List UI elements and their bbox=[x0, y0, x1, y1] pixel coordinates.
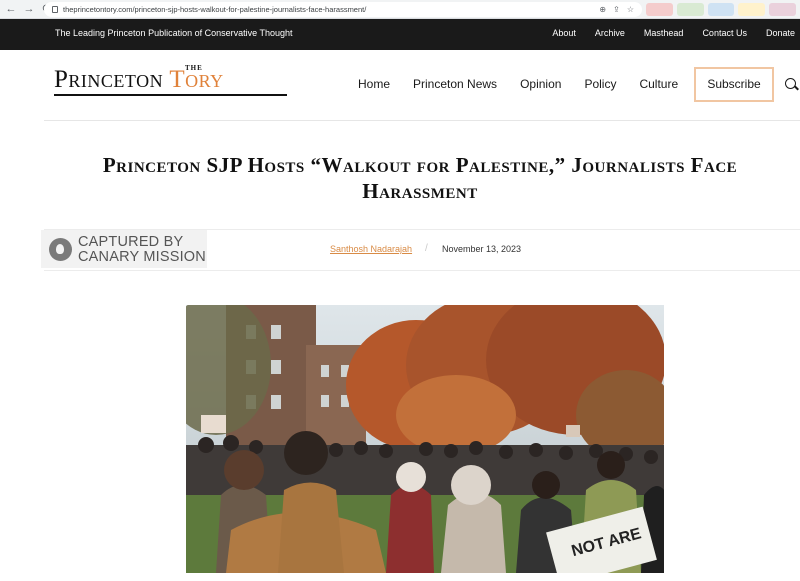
subscribe-button[interactable]: Subscribe bbox=[694, 67, 774, 102]
top-bar: The Leading Princeton Publication of Con… bbox=[0, 19, 800, 50]
article-photo: NOT ARE bbox=[186, 305, 664, 573]
browser-toolbar: ← → ⟳ theprincetontory.com/princeton-sjp… bbox=[0, 0, 800, 19]
article-title: Princeton SJP Hosts “Walkout for Palesti… bbox=[102, 153, 738, 203]
logo-wordmark: Princeton Tory bbox=[54, 66, 224, 94]
author-link[interactable]: Santhosh Nadarajah bbox=[330, 244, 412, 254]
top-link-masthead[interactable]: Masthead bbox=[644, 28, 684, 38]
logo-underline bbox=[54, 94, 287, 96]
nav-policy[interactable]: Policy bbox=[584, 77, 616, 91]
top-link-contact[interactable]: Contact Us bbox=[702, 28, 747, 38]
lock-icon bbox=[52, 6, 58, 13]
share-icon[interactable]: ⇪ bbox=[613, 2, 620, 17]
extension-icon[interactable] bbox=[646, 3, 673, 16]
site-logo[interactable]: THE Princeton Tory bbox=[54, 64, 289, 98]
meta-divider-bottom bbox=[44, 270, 800, 271]
protest-photo-illustration: NOT ARE bbox=[186, 305, 664, 573]
top-links: About Archive Masthead Contact Us Donate bbox=[533, 28, 795, 38]
nav-culture[interactable]: Culture bbox=[639, 77, 678, 91]
logo-tory: Tory bbox=[169, 66, 224, 93]
extension-icon[interactable] bbox=[676, 3, 704, 16]
zoom-icon[interactable]: ⊕ bbox=[599, 2, 606, 17]
extension-icon[interactable] bbox=[738, 3, 766, 16]
publish-date: November 13, 2023 bbox=[442, 244, 522, 254]
meta-separator: / bbox=[425, 243, 428, 254]
logo-princeton: Princeton bbox=[54, 66, 164, 93]
top-link-archive[interactable]: Archive bbox=[595, 28, 625, 38]
extension-icon[interactable] bbox=[707, 3, 735, 16]
top-link-donate[interactable]: Donate bbox=[766, 28, 795, 38]
nav-home[interactable]: Home bbox=[358, 77, 390, 91]
extension-icon[interactable] bbox=[769, 3, 796, 16]
nav-opinion[interactable]: Opinion bbox=[520, 77, 561, 91]
site-header: THE Princeton Tory Home Princeton News O… bbox=[0, 50, 800, 121]
canary-mission-watermark: CAPTURED BY CANARY MISSION bbox=[41, 230, 207, 268]
main-nav: Home Princeton News Opinion Policy Cultu… bbox=[358, 77, 701, 91]
nav-princeton-news[interactable]: Princeton News bbox=[413, 77, 497, 91]
watermark-line2: CANARY MISSION bbox=[78, 249, 206, 265]
watermark-line1: CAPTURED BY bbox=[78, 234, 184, 250]
header-divider bbox=[44, 120, 800, 121]
back-arrow-icon[interactable]: ← bbox=[4, 2, 18, 16]
extensions-area bbox=[646, 3, 796, 16]
top-link-about[interactable]: About bbox=[552, 28, 576, 38]
site-tagline: The Leading Princeton Publication of Con… bbox=[55, 28, 293, 38]
canary-bird-icon bbox=[49, 238, 72, 261]
forward-arrow-icon[interactable]: → bbox=[22, 2, 36, 16]
url-text: theprincetontory.com/princeton-sjp-hosts… bbox=[63, 5, 367, 14]
star-icon[interactable]: ☆ bbox=[627, 2, 634, 17]
search-icon[interactable] bbox=[785, 78, 796, 89]
address-bar[interactable]: theprincetontory.com/princeton-sjp-hosts… bbox=[44, 2, 642, 17]
